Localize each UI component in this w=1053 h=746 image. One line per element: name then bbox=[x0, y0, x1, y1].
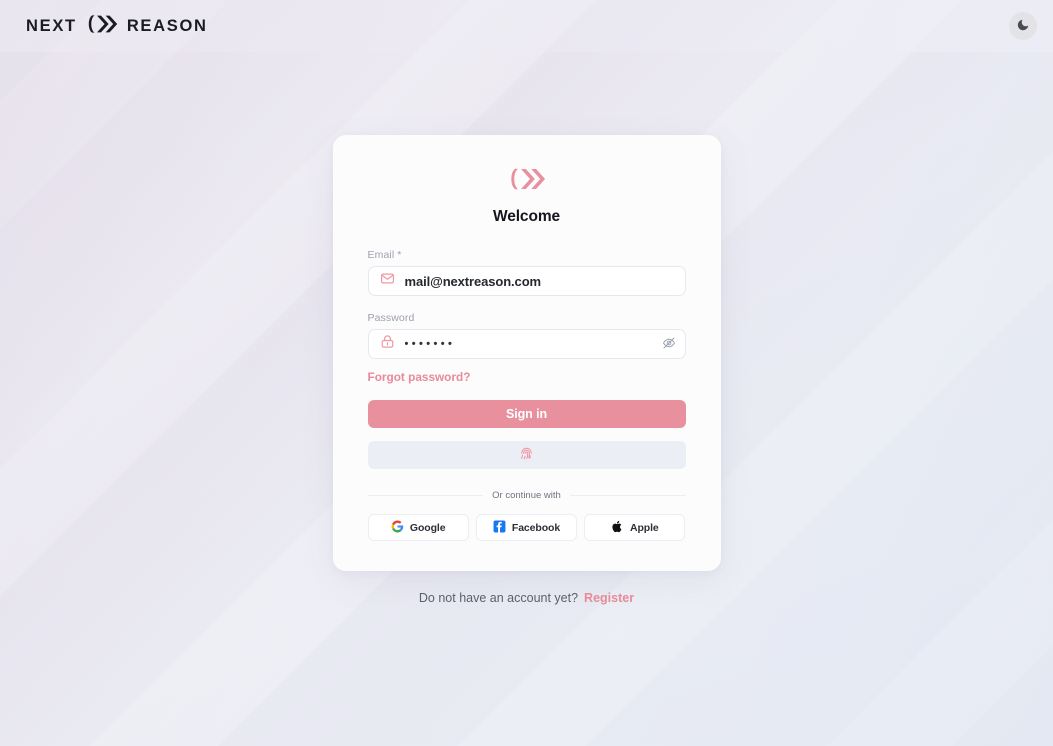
social-login-row: Google Facebook Apple bbox=[367, 514, 686, 541]
register-prompt: Do not have an account yet? Register bbox=[419, 591, 634, 605]
register-link[interactable]: Register bbox=[584, 591, 634, 605]
brand-text-next: NEXT bbox=[26, 16, 77, 35]
app-header: NEXT REASON bbox=[0, 0, 1053, 52]
brand-logo[interactable]: NEXT REASON bbox=[26, 14, 208, 39]
apple-signin-label: Apple bbox=[629, 521, 659, 534]
facebook-signin-button[interactable]: Facebook bbox=[475, 514, 578, 541]
password-input-box[interactable] bbox=[367, 329, 686, 359]
google-icon bbox=[391, 520, 404, 536]
card-logo bbox=[368, 167, 686, 196]
fingerprint-icon bbox=[518, 445, 535, 465]
eye-off-icon bbox=[662, 336, 676, 353]
divider-line-left bbox=[367, 495, 484, 496]
email-input-box[interactable] bbox=[367, 266, 686, 296]
password-label: Password bbox=[367, 312, 415, 324]
moon-icon bbox=[1016, 18, 1030, 35]
facebook-icon bbox=[493, 520, 506, 536]
email-input[interactable] bbox=[404, 273, 676, 289]
apple-icon bbox=[611, 520, 624, 536]
apple-signin-button[interactable]: Apple bbox=[584, 514, 686, 541]
biometric-signin-button[interactable] bbox=[367, 441, 686, 469]
divider-line-right bbox=[569, 495, 686, 496]
register-prompt-text: Do not have an account yet? bbox=[418, 591, 579, 605]
card-container: Welcome Email * Password bbox=[0, 52, 1053, 605]
chevrons-logo-icon bbox=[86, 14, 118, 39]
forgot-password-link[interactable]: Forgot password? bbox=[368, 370, 471, 384]
signin-button[interactable]: Sign in bbox=[367, 400, 686, 428]
facebook-signin-label: Facebook bbox=[511, 521, 561, 534]
google-signin-button[interactable]: Google bbox=[367, 514, 469, 541]
page-title: Welcome bbox=[492, 208, 561, 225]
chevrons-logo-icon bbox=[508, 167, 546, 196]
password-visibility-toggle[interactable] bbox=[662, 336, 676, 353]
social-divider: Or continue with bbox=[367, 490, 686, 501]
divider-label: Or continue with bbox=[492, 490, 561, 501]
mail-icon bbox=[380, 271, 395, 291]
password-input[interactable] bbox=[404, 338, 652, 350]
brand-text-reason: REASON bbox=[126, 16, 208, 35]
password-field-group: Password ••••••• Forgot password? bbox=[367, 312, 686, 386]
email-label: Email * bbox=[367, 249, 402, 261]
theme-toggle-button[interactable] bbox=[1009, 12, 1037, 40]
google-signin-label: Google bbox=[409, 521, 446, 534]
lock-icon bbox=[380, 334, 395, 354]
email-field-group: Email * bbox=[367, 249, 686, 296]
login-card: Welcome Email * Password bbox=[332, 135, 721, 571]
login-page: NEXT REASON Welcome Email * mail@nextrea… bbox=[0, 0, 1053, 746]
